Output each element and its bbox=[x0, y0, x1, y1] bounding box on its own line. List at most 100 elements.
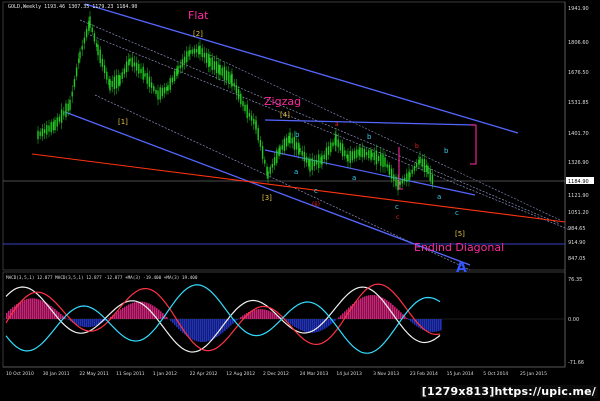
candle-body bbox=[341, 143, 344, 157]
candle-body bbox=[91, 27, 93, 32]
cyan-a-3: a bbox=[437, 193, 441, 201]
time-tick: 23 Feb 2014 bbox=[410, 371, 438, 377]
macd-bar bbox=[220, 319, 222, 335]
price-tick: 1326.90 bbox=[568, 160, 589, 166]
cyan-a-2: a bbox=[352, 174, 356, 182]
macd-bar bbox=[298, 319, 300, 330]
macd-bar bbox=[196, 319, 198, 342]
macd-bar bbox=[360, 298, 362, 319]
macd-bar bbox=[300, 319, 302, 331]
macd-bar bbox=[108, 318, 110, 319]
wave-5-label: [5] bbox=[455, 230, 465, 238]
candle-body bbox=[431, 174, 434, 185]
macd-bar bbox=[84, 319, 86, 328]
candle-body bbox=[244, 104, 246, 112]
macd-bar bbox=[322, 319, 324, 330]
candle-body bbox=[276, 150, 278, 164]
candle-body bbox=[395, 176, 397, 187]
macd-bar bbox=[262, 309, 264, 319]
macd-bar bbox=[356, 300, 358, 319]
macd-bar bbox=[370, 295, 372, 319]
macd-bar bbox=[128, 304, 130, 319]
candle-body bbox=[363, 148, 366, 158]
candle-body bbox=[356, 149, 358, 158]
macd-bar bbox=[210, 319, 212, 341]
macd-bar bbox=[296, 319, 298, 329]
macd-bar bbox=[290, 319, 292, 325]
candle-body bbox=[85, 29, 88, 38]
price-tick: 1051.20 bbox=[568, 210, 589, 216]
cyan-c-1: c bbox=[314, 187, 318, 195]
macd-bar bbox=[288, 319, 290, 323]
candle-body bbox=[353, 150, 356, 159]
candle-body bbox=[215, 61, 218, 74]
candle-body bbox=[390, 168, 393, 179]
price-tick: 984.65 bbox=[568, 226, 586, 232]
macd-tick: 0.00 bbox=[568, 317, 579, 323]
macd-bar bbox=[362, 297, 364, 319]
candle-body bbox=[279, 146, 281, 154]
candle-body bbox=[421, 158, 423, 167]
macd-bar bbox=[88, 319, 90, 328]
macd-bar bbox=[92, 319, 94, 327]
candle-body bbox=[43, 129, 46, 134]
macd-bar bbox=[334, 319, 336, 322]
macd-bar bbox=[260, 309, 262, 319]
price-chart: Flat Zigzag Endind Diagonal [2] [4] [1] … bbox=[2, 1, 594, 377]
macd-bar bbox=[358, 299, 360, 319]
macd-bar bbox=[14, 305, 16, 319]
candle-body bbox=[257, 128, 259, 141]
candle-body bbox=[103, 65, 106, 74]
candle-body bbox=[219, 65, 221, 75]
macd-bar bbox=[38, 299, 40, 319]
candle-body bbox=[365, 152, 368, 156]
zigzag-label: Zigzag bbox=[264, 95, 301, 108]
macd-bar bbox=[264, 309, 266, 319]
macd-bar bbox=[132, 302, 134, 319]
macd-bar bbox=[376, 295, 378, 319]
macd-bar bbox=[30, 298, 32, 319]
wave-labels: Flat Zigzag Endind Diagonal [2] [4] [1] … bbox=[118, 9, 504, 276]
macd-bar bbox=[326, 319, 328, 328]
macd-bar bbox=[36, 298, 38, 319]
candle-body bbox=[46, 125, 48, 135]
candle-body bbox=[52, 121, 55, 131]
macd-bar bbox=[318, 319, 320, 332]
macd-bar bbox=[40, 300, 42, 319]
candle-body bbox=[299, 148, 301, 152]
candle-body bbox=[248, 113, 251, 117]
wave-1-label: [1] bbox=[118, 118, 128, 126]
candle-body bbox=[231, 73, 233, 87]
macd-bar bbox=[240, 317, 242, 319]
candle-body bbox=[330, 142, 332, 153]
macd-bar bbox=[146, 302, 148, 319]
wave-2-label: [2] bbox=[193, 30, 203, 38]
macd-bar bbox=[294, 319, 296, 328]
candle-body bbox=[203, 53, 206, 58]
macd-histogram bbox=[6, 295, 442, 343]
candle-body bbox=[56, 117, 58, 127]
time-tick: 30 Jan 2011 bbox=[43, 371, 70, 377]
macd-bar bbox=[254, 309, 256, 319]
macd-bar bbox=[204, 319, 206, 342]
candle-body bbox=[123, 68, 126, 74]
candle-body bbox=[148, 76, 151, 87]
candle-body bbox=[83, 37, 86, 44]
time-tick: 5 Oct 2014 bbox=[483, 371, 508, 377]
candle-body bbox=[193, 48, 196, 54]
wave-4-label: [4] bbox=[280, 111, 290, 119]
candle-body bbox=[119, 75, 121, 85]
macd-bar bbox=[122, 307, 124, 319]
candle-body bbox=[371, 153, 373, 157]
macd-bar bbox=[400, 312, 402, 319]
macd-bar bbox=[190, 319, 192, 339]
candle-body bbox=[169, 78, 171, 90]
candle-body bbox=[406, 173, 408, 182]
candle-body bbox=[60, 109, 63, 123]
macd-bar bbox=[124, 306, 126, 319]
macd-bar bbox=[82, 319, 84, 327]
candle-body bbox=[54, 119, 56, 131]
flat-label: Flat bbox=[188, 9, 209, 22]
candle-body bbox=[48, 125, 50, 132]
candle-body bbox=[37, 130, 39, 140]
